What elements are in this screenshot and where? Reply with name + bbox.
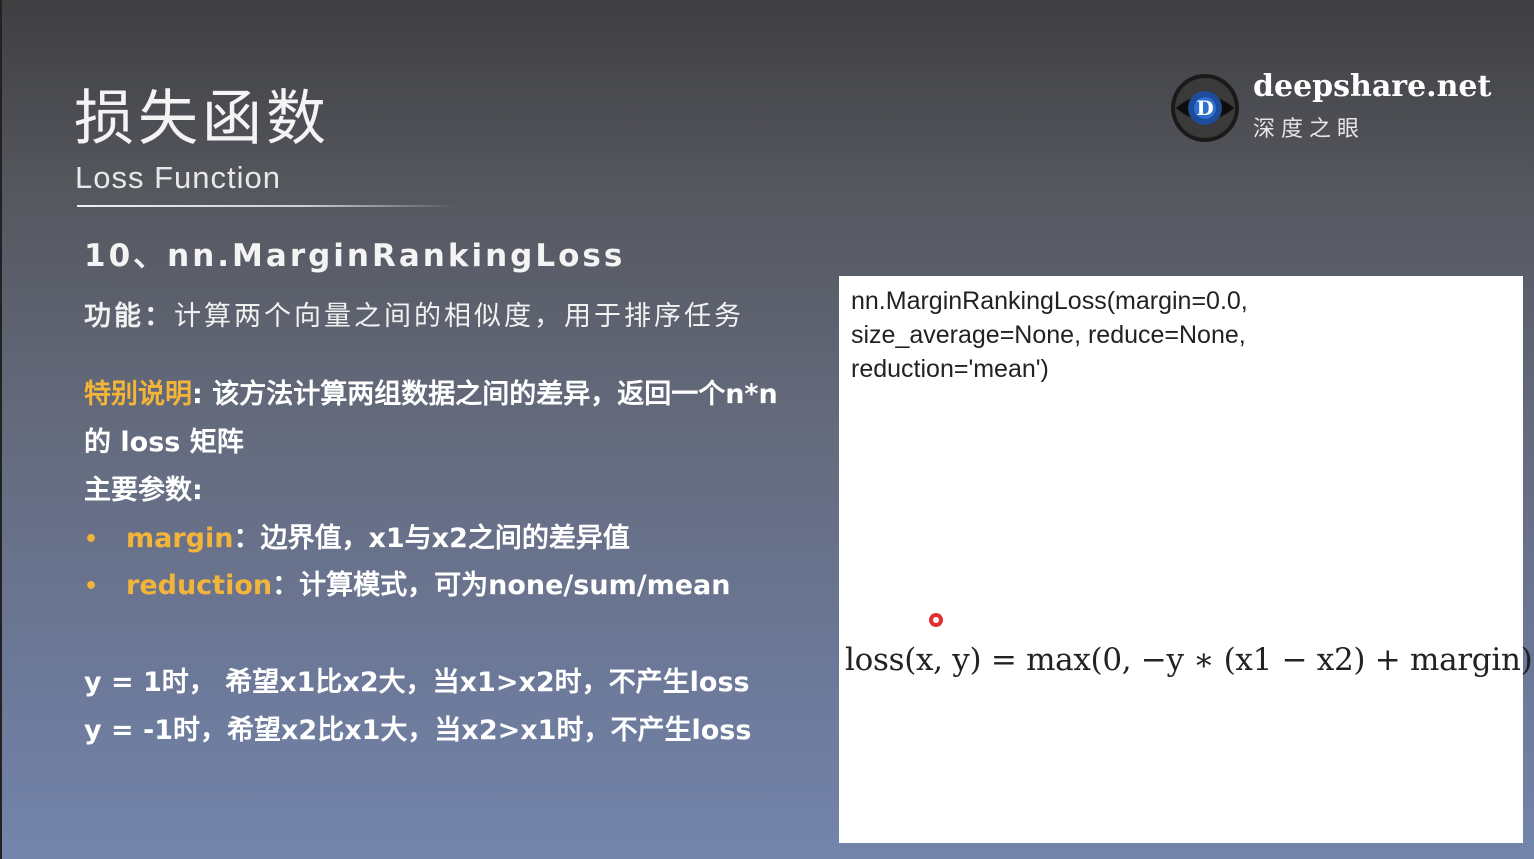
params-label: 主要参数:	[84, 475, 203, 506]
window-edge	[0, 0, 2, 859]
svg-text:D: D	[1196, 96, 1213, 120]
brand-name: deepshare.net	[1253, 69, 1492, 104]
function-text: 计算两个向量之间的相似度，用于排序任务	[174, 301, 744, 332]
param-name: reduction	[126, 570, 273, 601]
function-label: 功能：	[84, 301, 174, 332]
title-divider	[77, 205, 457, 207]
param-desc: ：边界值，x1与x2之间的差异值	[233, 523, 630, 554]
rule-positive: y = 1时， 希望x1比x2大，当x1>x2时，不产生loss	[84, 667, 750, 698]
param-margin: • margin：边界值，x1与x2之间的差异值	[84, 516, 630, 555]
param-name: margin	[126, 523, 234, 554]
loss-formula: loss(x, y) = max(0, −y ∗ (x1 − x2) + mar…	[845, 642, 1533, 678]
pointer-cursor-icon	[929, 613, 943, 627]
section-heading: 10、nn.MarginRankingLoss	[84, 238, 626, 274]
brand-chinese-name: 深度之眼	[1253, 117, 1366, 142]
special-note-cont: 的 loss 矩阵	[84, 427, 244, 458]
param-reduction: • reduction：计算模式，可为none/sum/mean	[84, 563, 730, 602]
special-label: 特别说明	[84, 379, 192, 410]
eye-logo-icon: D	[1171, 74, 1239, 142]
slide-subtitle: Loss Function	[75, 160, 281, 195]
rule-negative: y = -1时，希望x2比x1大，当x2>x1时，不产生loss	[84, 715, 752, 746]
bullet-icon: •	[84, 527, 99, 552]
special-text: : 该方法计算两组数据之间的差异，返回一个n*n	[192, 379, 778, 410]
function-line: 功能：计算两个向量之间的相似度，用于排序任务	[84, 294, 744, 333]
bullet-icon: •	[84, 574, 99, 599]
special-note: 特别说明: 该方法计算两组数据之间的差异，返回一个n*n	[84, 372, 778, 411]
param-desc: ：计算模式，可为none/sum/mean	[272, 570, 731, 601]
code-signature: nn.MarginRankingLoss(margin=0.0, size_av…	[851, 287, 1248, 383]
code-panel: nn.MarginRankingLoss(margin=0.0, size_av…	[839, 276, 1533, 843]
slide-title: 损失函数	[74, 84, 330, 154]
